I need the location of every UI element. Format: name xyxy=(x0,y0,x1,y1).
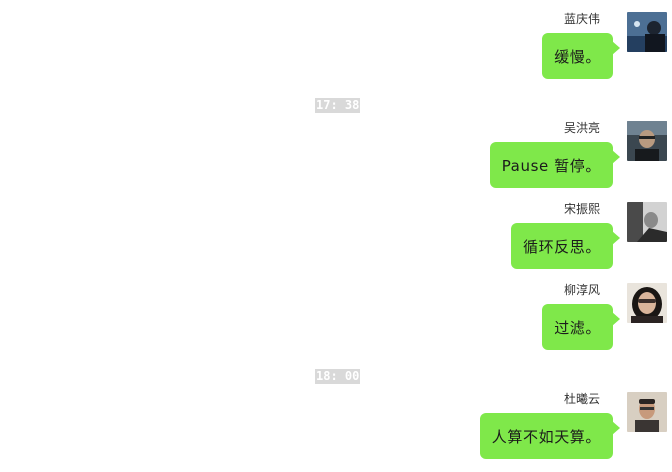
avatar[interactable] xyxy=(627,202,667,242)
message-item: 杜曦云 人算不如天算。 xyxy=(147,392,667,472)
sender-name: 吴洪亮 xyxy=(563,121,600,135)
message-text: 循环反思。 xyxy=(522,237,601,256)
sender-name: 宋振熙 xyxy=(563,202,600,216)
avatar[interactable] xyxy=(627,121,667,161)
avatar-image xyxy=(627,202,667,242)
avatar-image xyxy=(627,283,667,323)
bubble-tail xyxy=(612,421,620,435)
timestamp-divider: 17: 38 xyxy=(315,98,361,113)
message-bubble[interactable]: 过滤。 xyxy=(542,304,620,350)
message-item: 宋振熙 循环反思。 xyxy=(147,202,667,282)
avatar-image xyxy=(627,392,667,432)
message-bubble[interactable]: Pause 暂停。 xyxy=(489,142,620,188)
message-text: 缓慢。 xyxy=(554,47,601,66)
message-bubble[interactable]: 循环反思。 xyxy=(510,223,620,269)
message-text: 人算不如天算。 xyxy=(491,427,601,446)
timestamp-divider: 18: 00 xyxy=(315,369,361,384)
message-item: 蓝庆伟 缓慢。 xyxy=(147,12,667,92)
bubble-tail xyxy=(612,41,620,55)
avatar[interactable] xyxy=(627,283,667,323)
bubble-tail xyxy=(612,312,620,326)
message-text: Pause 暂停。 xyxy=(501,156,601,175)
avatar-image xyxy=(627,121,667,161)
bubble-tail xyxy=(612,231,620,245)
message-text: 过滤。 xyxy=(554,318,601,337)
message-item: 柳淳风 过滤。 xyxy=(147,283,667,363)
message-bubble[interactable]: 人算不如天算。 xyxy=(479,413,620,459)
message-item: 吴洪亮 Pause 暂停。 xyxy=(147,121,667,201)
avatar-image xyxy=(627,12,667,52)
sender-name: 柳淳风 xyxy=(563,283,600,297)
avatar[interactable] xyxy=(627,392,667,432)
sender-name: 蓝庆伟 xyxy=(563,12,600,26)
bubble-tail xyxy=(612,150,620,164)
message-bubble[interactable]: 缓慢。 xyxy=(542,33,620,79)
avatar[interactable] xyxy=(627,12,667,52)
sender-name: 杜曦云 xyxy=(563,392,600,406)
